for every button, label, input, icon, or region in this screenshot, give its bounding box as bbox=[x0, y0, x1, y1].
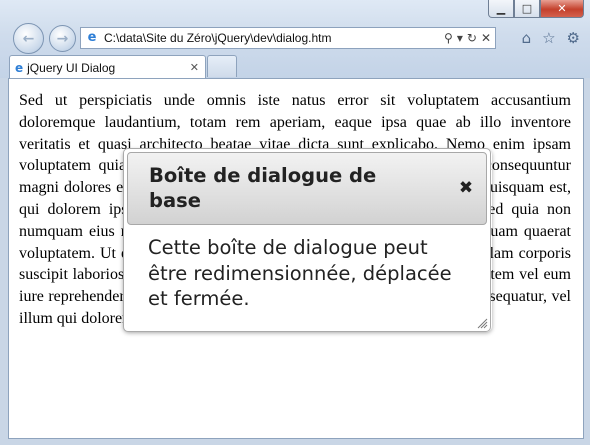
page-viewport: Sed ut perspiciatis unde omnis iste natu… bbox=[8, 78, 584, 439]
refresh-icon[interactable]: ↻ bbox=[467, 31, 477, 45]
home-icon[interactable]: ⌂ bbox=[522, 29, 532, 47]
address-bar[interactable]: e C:\data\Site du Zéro\jQuery\dev\dialog… bbox=[80, 27, 496, 49]
forward-button[interactable]: → bbox=[49, 25, 76, 52]
ie-tab-icon: e bbox=[15, 60, 24, 75]
window-controls: ▁ □ ✕ bbox=[488, 0, 584, 20]
resize-handle-icon[interactable] bbox=[476, 317, 488, 329]
address-tools: ⚲ ▾ ↻ ✕ bbox=[444, 31, 491, 45]
forward-arrow-icon: → bbox=[56, 30, 69, 47]
stop-icon[interactable]: ✕ bbox=[481, 31, 491, 45]
tab-title: jQuery UI Dialog bbox=[27, 60, 116, 75]
dropdown-arrow-icon[interactable]: ▾ bbox=[457, 31, 463, 45]
dialog-title: Boîte de dialogue de base bbox=[149, 164, 377, 212]
back-button[interactable]: ← bbox=[13, 23, 44, 54]
dialog-titlebar[interactable]: Boîte de dialogue de base ✖ bbox=[127, 152, 487, 225]
back-arrow-icon: ← bbox=[22, 30, 35, 47]
new-tab-button[interactable] bbox=[207, 55, 237, 77]
dialog-body-text: Cette boîte de dialogue peut être redime… bbox=[148, 236, 452, 310]
minimize-button[interactable]: ▁ bbox=[488, 0, 514, 18]
toolbar-icons: ⌂ ☆ ⚙ bbox=[522, 29, 580, 47]
tab-jquery-ui-dialog[interactable]: e jQuery UI Dialog ✕ bbox=[9, 55, 206, 79]
dialog-close-icon[interactable]: ✖ bbox=[458, 180, 474, 197]
favorites-star-icon[interactable]: ☆ bbox=[542, 29, 555, 47]
maximize-button[interactable]: □ bbox=[514, 0, 540, 18]
dialog: Boîte de dialogue de base ✖ Cette boîte … bbox=[123, 148, 491, 332]
settings-gear-icon[interactable]: ⚙ bbox=[567, 29, 580, 47]
tab-close-icon[interactable]: ✕ bbox=[190, 61, 199, 74]
search-icon[interactable]: ⚲ bbox=[444, 31, 453, 45]
ie-page-icon: e bbox=[87, 30, 97, 45]
browser-chrome: ▁ □ ✕ ← → e C:\data\Site du Zéro\jQuery\… bbox=[0, 0, 590, 79]
close-window-button[interactable]: ✕ bbox=[540, 0, 584, 18]
address-text[interactable]: C:\data\Site du Zéro\jQuery\dev\dialog.h… bbox=[104, 31, 444, 45]
